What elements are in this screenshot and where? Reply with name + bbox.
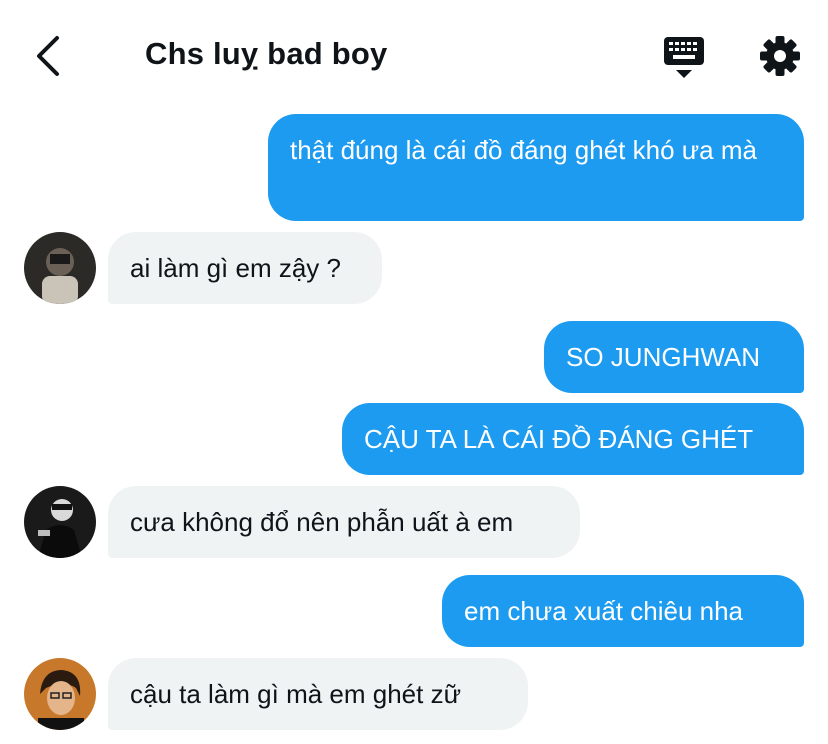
- keyboard-button[interactable]: [660, 34, 708, 82]
- message-incoming[interactable]: cậu ta làm gì mà em ghét zữ: [108, 658, 528, 730]
- back-button[interactable]: [28, 32, 68, 80]
- avatar[interactable]: [24, 486, 96, 558]
- message-incoming[interactable]: cưa không đổ nên phẫn uất à em: [108, 486, 580, 558]
- chevron-left-icon: [37, 36, 59, 76]
- message-incoming[interactable]: ai làm gì em zậy ?: [108, 232, 382, 304]
- message-outgoing[interactable]: SO JUNGHWAN: [544, 321, 804, 393]
- message-outgoing[interactable]: thật đúng là cái đồ đáng ghét khó ưa mà: [268, 114, 804, 221]
- message-outgoing[interactable]: CẬU TA LÀ CÁI ĐỒ ĐÁNG GHÉT: [342, 403, 804, 475]
- chat-header: Chs luỵ bad boy: [0, 0, 828, 112]
- avatar[interactable]: [24, 658, 96, 730]
- avatar[interactable]: [24, 232, 96, 304]
- keyboard-icon: [664, 37, 704, 78]
- gear-icon: [760, 36, 800, 76]
- conversation-title[interactable]: Chs luỵ bad boy: [145, 36, 387, 72]
- settings-button[interactable]: [756, 32, 804, 80]
- message-outgoing[interactable]: em chưa xuất chiêu nha: [442, 575, 804, 647]
